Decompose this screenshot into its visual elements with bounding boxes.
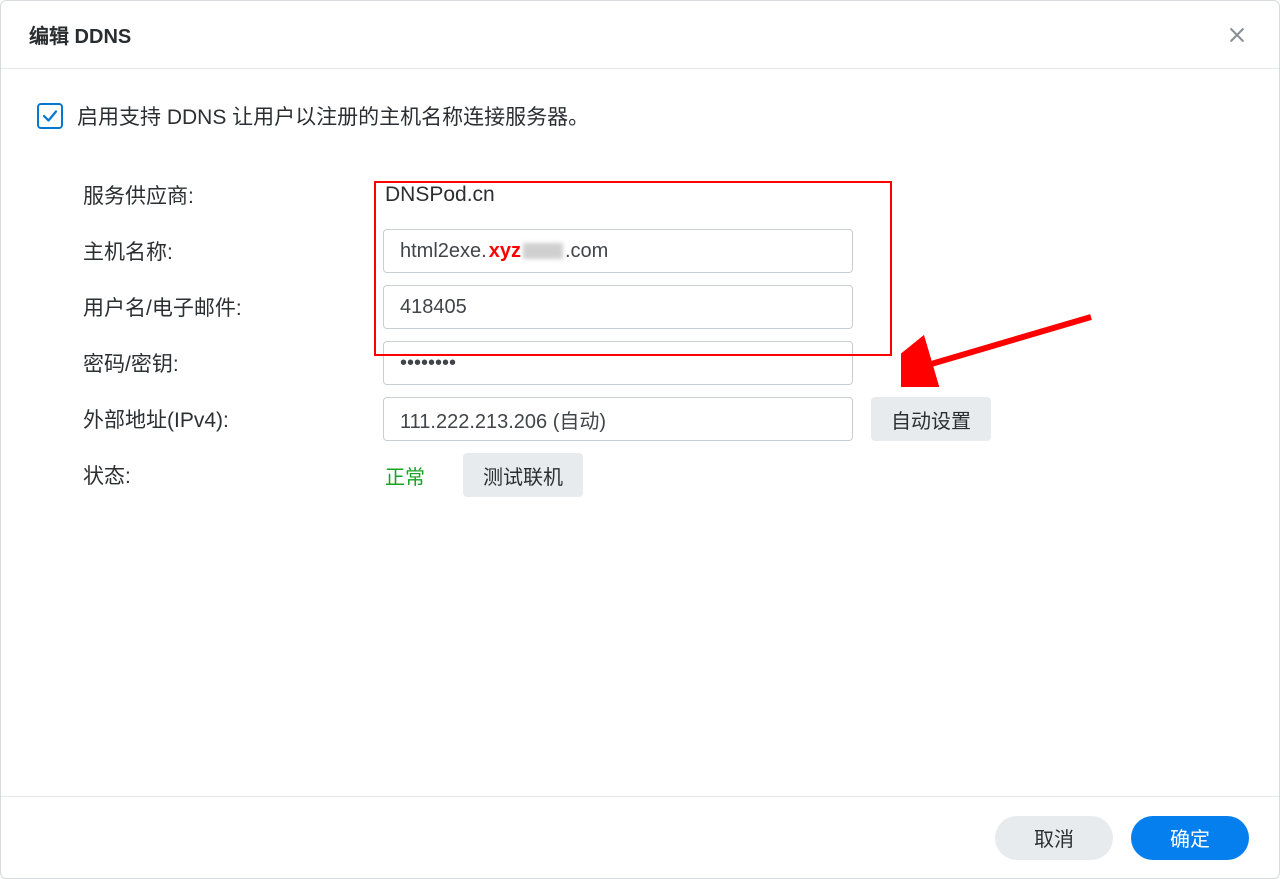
hostname-row: 主机名称: html2exe.xyz .com: [83, 223, 1243, 279]
ddns-edit-dialog: 编辑 DDNS 启用支持 DDNS 让用户以注册的主机名称连接服务器。 服务供应…: [0, 0, 1280, 879]
auto-set-button[interactable]: 自动设置: [871, 397, 991, 441]
ddns-form: 服务供应商: DNSPod.cn 主机名称: html2exe.xyz.com …: [37, 167, 1243, 503]
provider-row: 服务供应商: DNSPod.cn: [83, 167, 1243, 223]
test-connection-button[interactable]: 测试联机: [463, 453, 583, 497]
external-ip-input[interactable]: [383, 397, 853, 441]
hostname-blur: [523, 243, 563, 259]
enable-ddns-row: 启用支持 DDNS 让用户以注册的主机名称连接服务器。: [37, 101, 1243, 131]
hostname-suffix: .com: [565, 240, 608, 263]
username-label: 用户名/电子邮件:: [83, 284, 383, 330]
close-icon: [1227, 25, 1247, 45]
username-input[interactable]: [383, 285, 853, 329]
status-value: 正常: [383, 461, 425, 490]
provider-value: DNSPod.cn: [383, 183, 495, 207]
password-input[interactable]: [383, 341, 853, 385]
password-row: 密码/密钥:: [83, 335, 1243, 391]
check-icon: [41, 107, 59, 125]
hostname-prefix: html2exe.: [400, 240, 487, 263]
username-row: 用户名/电子邮件:: [83, 279, 1243, 335]
cancel-button[interactable]: 取消: [995, 816, 1113, 860]
hostname-label: 主机名称:: [83, 228, 383, 274]
password-label: 密码/密钥:: [83, 340, 383, 386]
status-label: 状态:: [83, 452, 383, 498]
external-ip-row: 外部地址(IPv4): 自动设置: [83, 391, 1243, 447]
external-ip-label: 外部地址(IPv4):: [83, 396, 383, 442]
dialog-footer: 取消 确定: [1, 796, 1279, 878]
hostname-input[interactable]: html2exe.xyz .com: [383, 229, 853, 273]
provider-label: 服务供应商:: [83, 172, 383, 218]
enable-ddns-label: 启用支持 DDNS 让用户以注册的主机名称连接服务器。: [77, 101, 589, 131]
ok-button[interactable]: 确定: [1131, 816, 1249, 860]
dialog-header: 编辑 DDNS: [1, 1, 1279, 69]
dialog-body: 启用支持 DDNS 让用户以注册的主机名称连接服务器。 服务供应商: DNSPo…: [1, 69, 1279, 503]
status-row: 状态: 正常 测试联机: [83, 447, 1243, 503]
dialog-title: 编辑 DDNS: [29, 20, 131, 49]
enable-ddns-checkbox[interactable]: [37, 103, 63, 129]
hostname-masked: xyz: [489, 240, 521, 263]
close-button[interactable]: [1223, 21, 1251, 49]
